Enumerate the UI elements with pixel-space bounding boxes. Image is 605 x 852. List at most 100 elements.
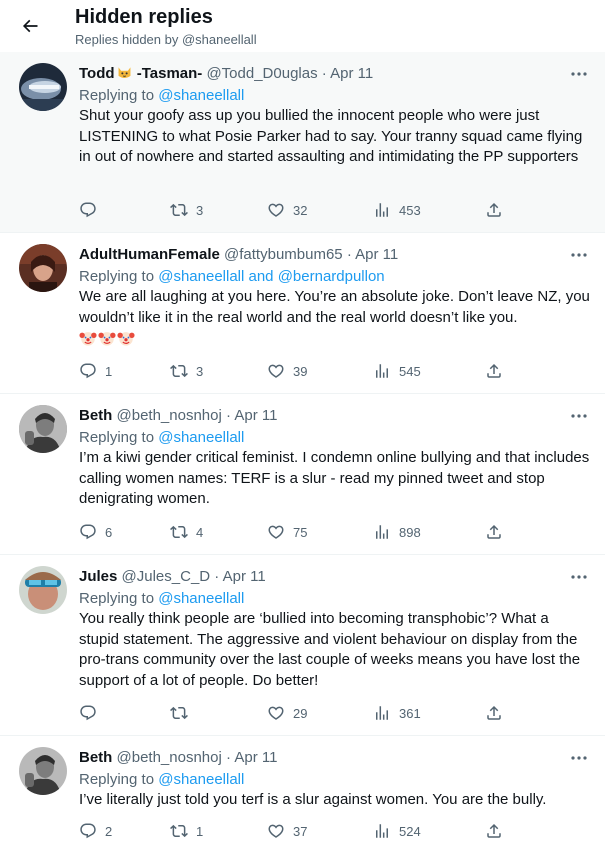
avatar[interactable] — [19, 566, 67, 614]
like-button[interactable]: 39 — [267, 362, 307, 380]
more-options-button[interactable] — [567, 243, 591, 267]
more-options-button[interactable] — [567, 565, 591, 589]
views-bar-chart-icon — [376, 706, 388, 720]
avatar[interactable] — [19, 63, 67, 111]
reply-button[interactable]: 6 — [79, 523, 112, 541]
tweet[interactable]: AdultHumanFemale @fattybumbum65 · Apr 11… — [0, 233, 605, 394]
avatar[interactable] — [19, 244, 67, 292]
cat-emoji-icon — [116, 64, 133, 85]
heart-icon — [268, 203, 284, 217]
share-button[interactable] — [485, 822, 503, 840]
retweet-icon — [170, 525, 188, 539]
tweet[interactable]: Todd -Tasman- @Todd_D0uglas · Apr 11 Rep… — [0, 52, 605, 233]
tweet-date[interactable]: Apr 11 — [355, 246, 398, 263]
retweet-button[interactable]: 3 — [170, 362, 203, 380]
retweet-count: 3 — [196, 202, 204, 218]
views-bar-chart-icon — [376, 203, 388, 217]
reply-button[interactable] — [79, 201, 105, 219]
display-name-suffix[interactable]: -Tasman- — [133, 65, 203, 82]
tweet-text: I’ve literally just told you terf is a s… — [79, 791, 547, 808]
tweet-date[interactable]: Apr 11 — [223, 568, 266, 585]
more-dots-icon — [571, 575, 587, 579]
share-upload-icon — [487, 202, 501, 217]
more-options-button[interactable] — [567, 746, 591, 770]
user-handle[interactable]: @beth_nosnhoj — [117, 749, 222, 766]
heart-icon — [268, 706, 284, 720]
separator-dot: · — [321, 65, 327, 82]
like-button[interactable]: 75 — [267, 523, 307, 541]
heart-icon — [268, 364, 284, 378]
user-handle[interactable]: @Jules_C_D — [122, 568, 211, 585]
tweet[interactable]: Jules @Jules_C_D · Apr 11 Replying to @s… — [0, 555, 605, 736]
more-options-button[interactable] — [567, 404, 591, 428]
tweet[interactable]: Beth @beth_nosnhoj · Apr 11 Replying to … — [0, 736, 605, 852]
retweet-button[interactable]: 1 — [170, 822, 203, 840]
like-button[interactable]: 37 — [267, 822, 307, 840]
page-title: Hidden replies — [75, 6, 213, 28]
views-button[interactable]: 453 — [373, 201, 421, 219]
tweet-actions: 3 32 453 — [79, 201, 509, 221]
back-button[interactable] — [14, 10, 46, 42]
heart-icon — [268, 525, 284, 539]
mention-link[interactable]: @shaneellall — [158, 590, 244, 607]
reply-button[interactable]: 1 — [79, 362, 112, 380]
share-button[interactable] — [485, 362, 503, 380]
display-name[interactable]: AdultHumanFemale — [79, 246, 220, 263]
mention-link[interactable]: @shaneellall — [158, 429, 244, 446]
retweet-count: 3 — [196, 363, 204, 379]
avatar[interactable] — [19, 405, 67, 453]
tweet[interactable]: Beth @beth_nosnhoj · Apr 11 Replying to … — [0, 394, 605, 555]
share-button[interactable] — [485, 523, 503, 541]
share-button[interactable] — [485, 704, 503, 722]
retweet-button[interactable] — [170, 704, 196, 722]
replying-to: Replying to @shaneellall — [79, 769, 591, 790]
views-button[interactable]: 361 — [373, 704, 421, 722]
replying-to: Replying to @shaneellall and @bernardpul… — [79, 266, 591, 287]
retweet-icon — [170, 364, 188, 378]
display-name[interactable]: Beth — [79, 749, 112, 766]
user-handle[interactable]: @fattybumbum65 — [224, 246, 343, 263]
view-count: 361 — [399, 705, 421, 721]
retweet-button[interactable]: 3 — [170, 201, 203, 219]
display-name[interactable]: Jules — [79, 568, 117, 585]
mention-link[interactable]: @shaneellall — [158, 771, 244, 788]
more-options-button[interactable] — [567, 62, 591, 86]
reply-icon — [80, 524, 96, 540]
like-button[interactable]: 29 — [267, 704, 307, 722]
like-button[interactable]: 32 — [267, 201, 307, 219]
display-name[interactable]: Beth — [79, 407, 112, 424]
reply-button[interactable]: 2 — [79, 822, 112, 840]
more-dots-icon — [571, 414, 587, 418]
view-count: 898 — [399, 524, 421, 540]
tweet-date[interactable]: Apr 11 — [234, 407, 277, 424]
replying-label: Replying to — [79, 429, 159, 446]
tweet-date[interactable]: Apr 11 — [330, 65, 373, 82]
tweet-date[interactable]: Apr 11 — [234, 749, 277, 766]
separator-dot: · — [226, 407, 231, 424]
reply-icon — [80, 202, 96, 218]
retweet-count: 1 — [196, 823, 204, 839]
views-button[interactable]: 545 — [373, 362, 421, 380]
replying-to: Replying to @shaneellall — [79, 588, 591, 609]
tweet-text: We are all laughing at you here. You’re … — [79, 288, 590, 326]
mention-link[interactable]: @shaneellall — [158, 87, 244, 104]
user-handle[interactable]: @beth_nosnhoj — [117, 407, 222, 424]
reply-icon — [80, 363, 96, 379]
avatar[interactable] — [19, 747, 67, 795]
tweet-text: Shut your goofy ass up you bullied the i… — [79, 107, 583, 165]
mention-link[interactable]: @shaneellall and @bernardpullon — [158, 268, 384, 285]
views-button[interactable]: 898 — [373, 523, 421, 541]
reply-button[interactable] — [79, 704, 105, 722]
reply-count: 1 — [105, 363, 113, 379]
share-upload-icon — [487, 823, 501, 838]
clown-face-emoji-icon — [117, 332, 135, 346]
emoji-row — [79, 329, 591, 347]
user-handle[interactable]: @Todd_D0uglas — [206, 65, 317, 82]
retweet-count: 4 — [196, 524, 204, 540]
retweet-button[interactable]: 4 — [170, 523, 203, 541]
views-button[interactable]: 524 — [373, 822, 421, 840]
reply-icon — [80, 823, 96, 839]
share-button[interactable] — [485, 201, 503, 219]
display-name[interactable]: Todd — [79, 65, 115, 82]
like-count: 39 — [293, 363, 308, 379]
